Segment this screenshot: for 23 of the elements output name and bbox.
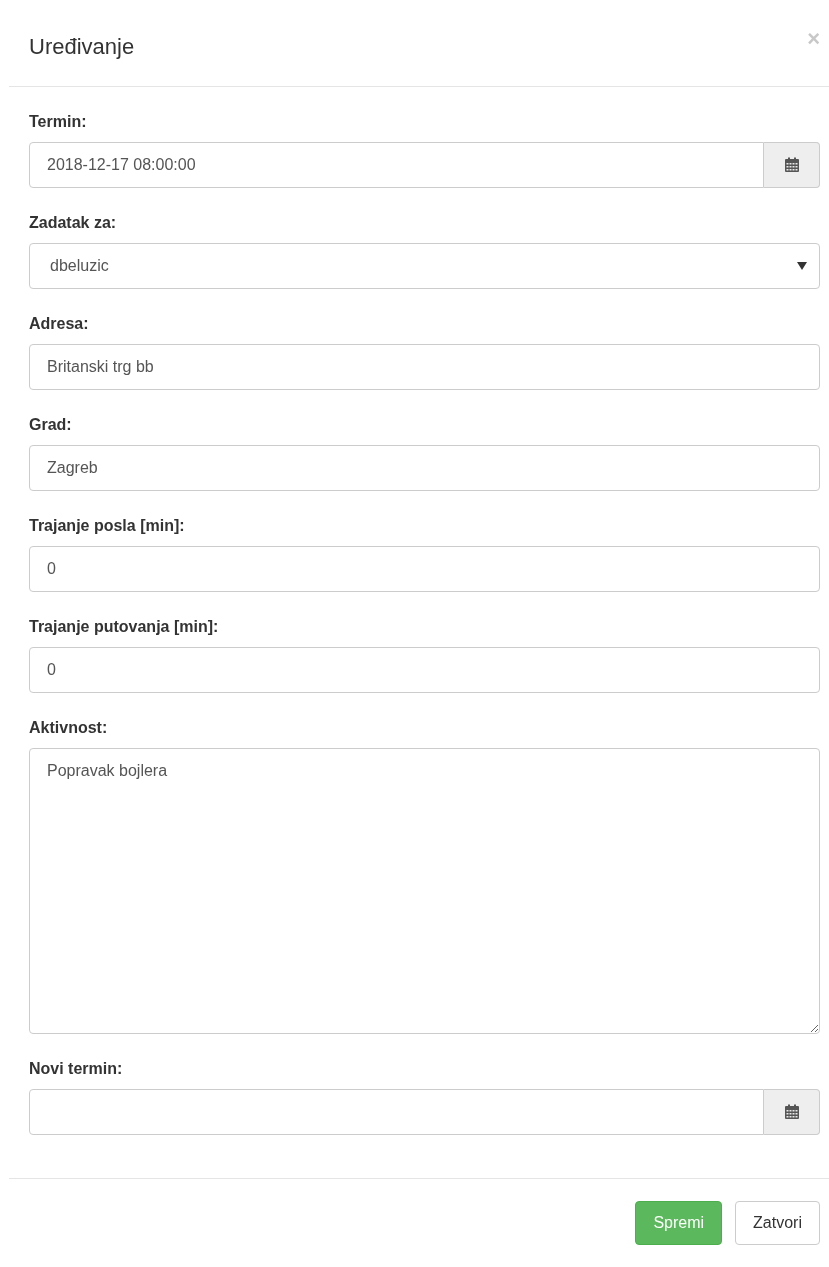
dialog-title: Uređivanje: [29, 32, 135, 61]
calendar-icon: [783, 157, 800, 173]
date-field[interactable]: 2018-12-17 08:00:00: [29, 142, 764, 188]
field-label: Adresa:: [29, 314, 90, 334]
field-label: Grad:: [29, 415, 73, 435]
input-field[interactable]: 0: [29, 546, 820, 592]
field-label: Trajanje putovanja [min]:: [29, 617, 220, 637]
field-label: Trajanje posla [min]:: [29, 516, 186, 536]
field-label: Novi termin:: [29, 1059, 124, 1079]
calendar-button[interactable]: [764, 1089, 820, 1135]
input-field[interactable]: 0: [29, 647, 820, 693]
field-label: Aktivnost:: [29, 718, 109, 738]
close-button[interactable]: Zatvori: [735, 1201, 820, 1245]
text-area[interactable]: Popravak bojlera: [29, 748, 820, 1034]
calendar-button[interactable]: [764, 142, 820, 188]
input-field[interactable]: Zagreb: [29, 445, 820, 491]
caret-icon: [797, 262, 807, 270]
field-label: Termin:: [29, 112, 88, 132]
date-field[interactable]: [29, 1089, 764, 1135]
input-field[interactable]: Britanski trg bb: [29, 344, 820, 390]
field-label: Zadatak za:: [29, 213, 118, 233]
select-field[interactable]: dbeluzic: [29, 243, 820, 289]
calendar-icon: [783, 1104, 800, 1120]
